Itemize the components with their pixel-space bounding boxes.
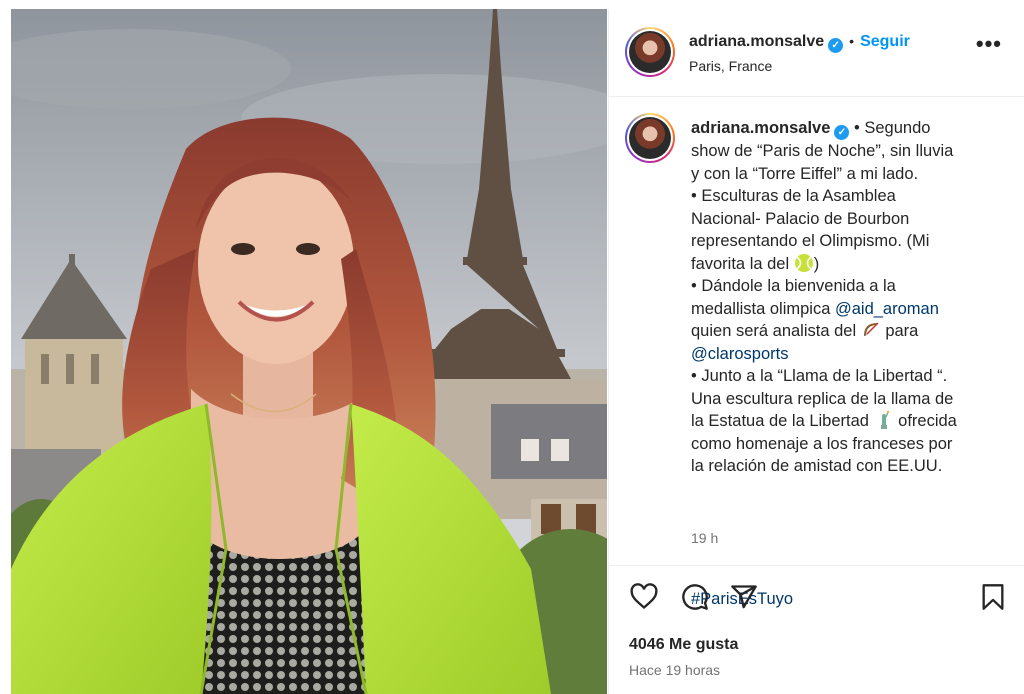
caption-area: adriana.monsalve ✓ • Segundo show de “Par… (609, 97, 1024, 608)
caption-line: • Junto a la “Llama de la Libertad “. (691, 367, 948, 385)
header-user-line: adriana.monsalve ✓ • Seguir (689, 33, 910, 53)
more-options-icon[interactable]: ••• (976, 33, 1002, 55)
verified-badge-icon: ✓ (834, 125, 850, 140)
archery-icon (863, 322, 879, 337)
caption-line: representando el Olimpismo. (Mi (691, 232, 930, 250)
send-icon[interactable] (730, 583, 758, 611)
bookmark-icon[interactable] (981, 583, 1005, 611)
caption-line: ) (813, 254, 820, 273)
caption-line: y con la “Torre Eiffel” a mi lado. (691, 164, 919, 183)
posted-time: Hace 19 horas (629, 662, 721, 678)
post-actions: 4046 Me gusta Hace 19 horas (609, 565, 1024, 694)
follow-button[interactable]: Seguir (860, 33, 910, 50)
post-side-panel: adriana.monsalve ✓ • Seguir Paris, France •… (608, 9, 1024, 694)
caption-line: como homenaje a los franceses por (691, 434, 953, 453)
caption-line: • Dándole la bienvenida a la (691, 277, 896, 295)
heart-icon[interactable] (629, 583, 659, 611)
tennis-ball-icon (794, 253, 813, 272)
caption-line: • Esculturas de la Asamblea (691, 187, 896, 205)
caption-line: Nacional- Palacio de Bourbon (691, 209, 910, 228)
caption-line: la Estatua de la Libertad (691, 412, 869, 430)
likes-count[interactable]: 4046 Me gusta (629, 636, 738, 654)
post-photo[interactable] (11, 9, 607, 694)
caption-line: para (885, 322, 919, 340)
username-link[interactable]: adriana.monsalve (689, 33, 824, 50)
avatar[interactable] (625, 27, 675, 77)
caption-line: • Segundo (854, 119, 931, 137)
caption-line: medallista olimpica (691, 299, 831, 318)
caption-line: la relación de amistad con EE.UU. (691, 457, 943, 475)
location-link[interactable]: Paris, France (689, 58, 772, 74)
verified-badge-icon: ✓ (828, 38, 844, 53)
caption-time: 19 h (691, 530, 719, 546)
comment-icon[interactable] (680, 583, 710, 611)
separator-dot: • (849, 33, 855, 49)
caption-username[interactable]: adriana.monsalve (691, 119, 830, 137)
caption-line: favorita la del (691, 254, 790, 273)
caption-line: Una escultura replica de la llama de (691, 389, 954, 408)
post-header: adriana.monsalve ✓ • Seguir Paris, France •… (609, 9, 1024, 97)
caption-line: quien será analista del (691, 322, 857, 340)
caption-text: adriana.monsalve ✓ • Segundo show de “Par… (691, 117, 991, 478)
caption-line: show de “Paris de Noche”, sin lluvia (691, 142, 954, 160)
mention-link[interactable]: @aid_aroman (835, 300, 939, 318)
mention-link[interactable]: @clarosports (691, 345, 788, 363)
post-image (11, 9, 607, 694)
caption-line: ofrecida (898, 412, 957, 430)
statue-of-liberty-icon (880, 410, 889, 429)
caption-avatar[interactable] (625, 113, 675, 163)
